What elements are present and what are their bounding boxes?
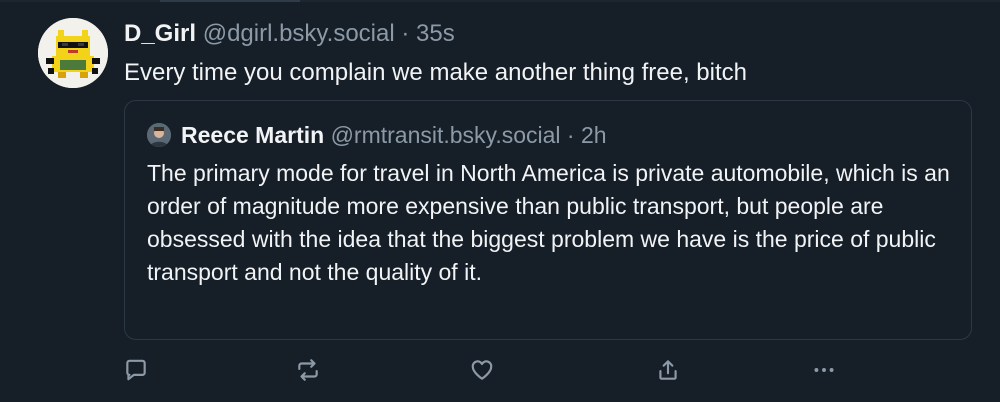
post-header: D_Girl @dgirl.bsky.social · 35s <box>124 20 455 48</box>
author-name[interactable]: D_Girl <box>124 20 196 47</box>
reply-button[interactable] <box>118 352 154 388</box>
share-button[interactable] <box>650 352 686 388</box>
like-button[interactable] <box>464 352 500 388</box>
post-actions <box>0 352 1000 392</box>
post[interactable]: D_Girl @dgirl.bsky.social · 35s Every ti… <box>0 0 1000 402</box>
share-icon <box>659 360 677 380</box>
more-options-button[interactable] <box>806 352 842 388</box>
quote-avatar[interactable] <box>147 123 171 147</box>
repost-button[interactable] <box>290 352 326 388</box>
quoted-post[interactable]: Reece Martin @rmtransit.bsky.social · 2h… <box>124 100 972 340</box>
post-time[interactable]: 35s <box>416 20 455 47</box>
like-icon <box>471 360 493 380</box>
reply-icon <box>126 359 146 381</box>
quote-header: Reece Martin @rmtransit.bsky.social · 2h <box>181 121 607 149</box>
quote-author-name[interactable]: Reece Martin <box>181 122 324 148</box>
repost-icon <box>298 359 318 381</box>
quote-text: The primary mode for travel in North Ame… <box>147 160 950 285</box>
separator-dot: · <box>401 20 410 47</box>
avatar[interactable] <box>38 18 108 88</box>
post-text: Every time you complain we make another … <box>124 59 747 86</box>
person-avatar-icon <box>147 123 171 147</box>
quote-separator-dot: · <box>566 122 575 148</box>
quote-time[interactable]: 2h <box>581 122 607 148</box>
quote-author-handle[interactable]: @rmtransit.bsky.social <box>331 122 561 148</box>
author-handle[interactable]: @dgirl.bsky.social <box>203 20 395 47</box>
pixel-art-avatar-icon <box>38 18 108 88</box>
more-icon <box>814 368 834 372</box>
